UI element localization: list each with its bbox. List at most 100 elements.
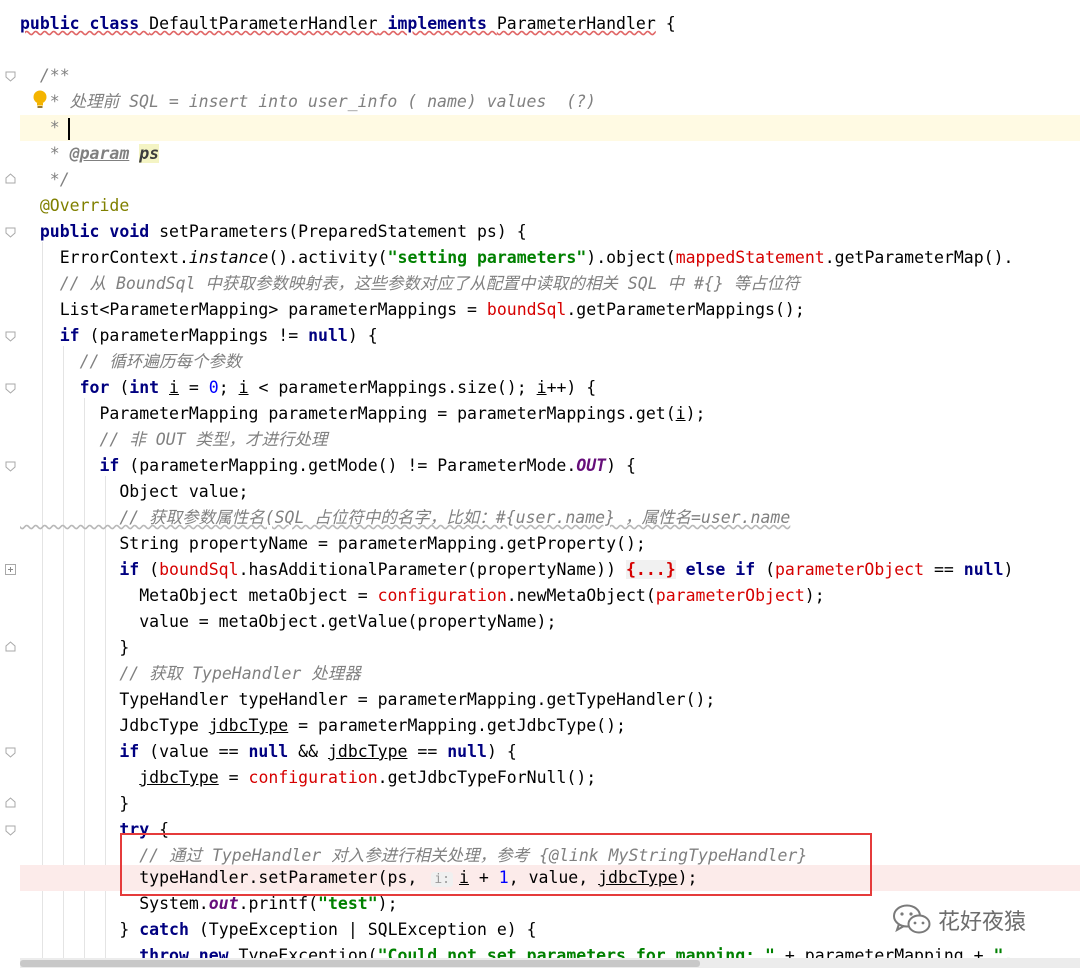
fold-arrow-icon[interactable]	[5, 461, 16, 472]
code-segment: public class DefaultParameterHandler imp…	[20, 14, 656, 33]
code-line[interactable]: public void setParameters(PreparedStatem…	[20, 219, 1080, 245]
code-segment: ++) {	[546, 378, 597, 397]
code-segment: (	[149, 560, 160, 579]
code-segment: ps	[139, 144, 160, 163]
code-line[interactable]: }	[20, 635, 1080, 661]
code-segment: /**	[20, 66, 70, 85]
code-line[interactable]: value = metaObject.getValue(propertyName…	[20, 609, 1080, 635]
code-line[interactable]: * @param ps	[20, 141, 1080, 167]
fold-arrow-icon[interactable]	[5, 173, 16, 184]
fold-arrow-icon[interactable]	[5, 383, 16, 394]
code-line[interactable]: public class DefaultParameterHandler imp…	[20, 11, 1080, 37]
code-segment: ==	[924, 560, 964, 579]
code-segment: < parameterMappings.size();	[248, 378, 537, 397]
callout-box	[120, 833, 872, 896]
fold-arrow-icon[interactable]	[5, 797, 16, 808]
code-line[interactable]: ParameterMapping parameterMapping = para…	[20, 401, 1080, 427]
fold-arrow-icon[interactable]	[5, 641, 16, 652]
code-line[interactable]: String propertyName = parameterMapping.g…	[20, 531, 1080, 557]
lightbulb-icon[interactable]	[32, 90, 48, 110]
fold-arrow-icon[interactable]	[5, 747, 16, 758]
code-line[interactable]: List<ParameterMapping> parameterMappings…	[20, 297, 1080, 323]
code-line[interactable]: if (parameterMapping.getMode() != Parame…	[20, 453, 1080, 479]
code-line[interactable]: ErrorContext.instance().activity("settin…	[20, 245, 1080, 271]
code-segment: ) {	[347, 326, 378, 345]
code-line[interactable]: JdbcType jdbcType = parameterMapping.get…	[20, 713, 1080, 739]
code-segment: ;	[218, 378, 239, 397]
code-line[interactable]: for (int i = 0; i < parameterMappings.si…	[20, 375, 1080, 401]
code-segment: null	[963, 560, 1004, 579]
code-segment: catch	[139, 920, 199, 939]
code-segment: Object value;	[20, 482, 249, 501]
code-segment: );	[804, 586, 825, 605]
code-segment: if	[20, 326, 90, 345]
fold-expand-icon[interactable]	[5, 564, 16, 575]
horizontal-scrollbar[interactable]	[20, 958, 1080, 968]
code-segment: @param	[69, 144, 130, 163]
code-segment: if	[20, 742, 150, 761]
code-segment: }	[20, 638, 130, 657]
code-segment: =	[218, 768, 249, 787]
code-segment: * 处理前 SQL = insert into user_info ( name…	[20, 92, 596, 111]
folded-region[interactable]: {...}	[625, 560, 676, 579]
fold-arrow-icon[interactable]	[5, 227, 16, 238]
code-segment: "setting parameters"	[387, 248, 587, 267]
code-editor[interactable]: public class DefaultParameterHandler imp…	[0, 0, 1080, 968]
code-line[interactable]: jdbcType = configuration.getJdbcTypeForN…	[20, 765, 1080, 791]
code-line[interactable]: if (boundSql.hasAdditionalParameter(prop…	[20, 557, 1080, 583]
watermark-text: 花好夜猿	[938, 910, 1027, 935]
code-line[interactable]: // 获取 TypeHandler 处理器	[20, 661, 1080, 687]
code-line[interactable]: // 从 BoundSql 中获取参数映射表，这些参数对应了从配置中读取的相关 …	[20, 271, 1080, 297]
code-segment: i	[536, 378, 547, 397]
code-segment: configuration	[248, 768, 378, 787]
code-segment: (	[119, 378, 130, 397]
code-segment: ParameterMapping parameterMapping = para…	[20, 404, 676, 423]
text-caret	[67, 117, 70, 140]
code-line[interactable]: @Override	[20, 193, 1080, 219]
code-segment: OUT	[576, 456, 607, 475]
code-segment: if	[20, 456, 130, 475]
code-line[interactable]: // 获取参数属性名(SQL 占位符中的名字，比如：#{user.name} ，…	[20, 505, 1080, 531]
code-segment: List<ParameterMapping> parameterMappings…	[20, 300, 487, 319]
fold-arrow-icon[interactable]	[5, 71, 16, 82]
code-segment: ErrorContext.	[20, 248, 189, 267]
code-segment: System.	[20, 894, 209, 913]
code-segment: }	[20, 794, 130, 813]
code-line[interactable]: // 非 OUT 类型，才进行处理	[20, 427, 1080, 453]
code-segment: // 循环遍历每个参数	[20, 352, 242, 371]
fold-arrow-icon[interactable]	[5, 331, 16, 342]
code-segment: (TypeException | SQLException e) {	[198, 920, 537, 939]
code-line[interactable]: MetaObject metaObject = configuration.ne…	[20, 583, 1080, 609]
fold-arrow-icon[interactable]	[5, 825, 16, 836]
code-segment: // 非 OUT 类型，才进行处理	[20, 430, 328, 449]
code-segment: );	[685, 404, 706, 423]
code-segment: .newMetaObject(	[506, 586, 656, 605]
code-segment: jdbcType	[208, 716, 289, 735]
code-segment: .getJdbcTypeForNull();	[377, 768, 597, 787]
class-name: DefaultParameterHandler	[149, 14, 378, 33]
code-segment: int	[129, 378, 170, 397]
code-segment: null	[447, 742, 487, 761]
editor-gutter	[0, 0, 18, 968]
code-segment: .printf(	[238, 894, 319, 913]
scrollbar-thumb[interactable]	[20, 960, 700, 967]
code-segment: parameterObject	[775, 560, 925, 579]
code-segment: ).object(	[586, 248, 676, 267]
code-segment: // 获取参数属性名(SQL 占位符中的名字，比如：#{user.name} ，…	[20, 508, 791, 527]
code-segment: (parameterMapping.getMode() != Parameter…	[129, 456, 577, 475]
code-segment: null	[308, 326, 348, 345]
code-line[interactable]: if (parameterMappings != null) {	[20, 323, 1080, 349]
code-line[interactable]: if (value == null && jdbcType == null) {	[20, 739, 1080, 765]
code-segment: = parameterMapping.getJdbcType();	[288, 716, 626, 735]
code-line[interactable]: TypeHandler typeHandler = parameterMappi…	[20, 687, 1080, 713]
code-segment: {	[655, 14, 676, 33]
code-line[interactable]: // 循环遍历每个参数	[20, 349, 1080, 375]
code-line[interactable]: /**	[20, 63, 1080, 89]
code-line[interactable]: */	[20, 167, 1080, 193]
code-line[interactable]: * 处理前 SQL = insert into user_info ( name…	[20, 89, 1080, 115]
method-name: setParameters	[159, 222, 289, 241]
code-line-current[interactable]: *	[20, 115, 1080, 141]
code-line[interactable]: }	[20, 791, 1080, 817]
code-line[interactable]: Object value;	[20, 479, 1080, 505]
